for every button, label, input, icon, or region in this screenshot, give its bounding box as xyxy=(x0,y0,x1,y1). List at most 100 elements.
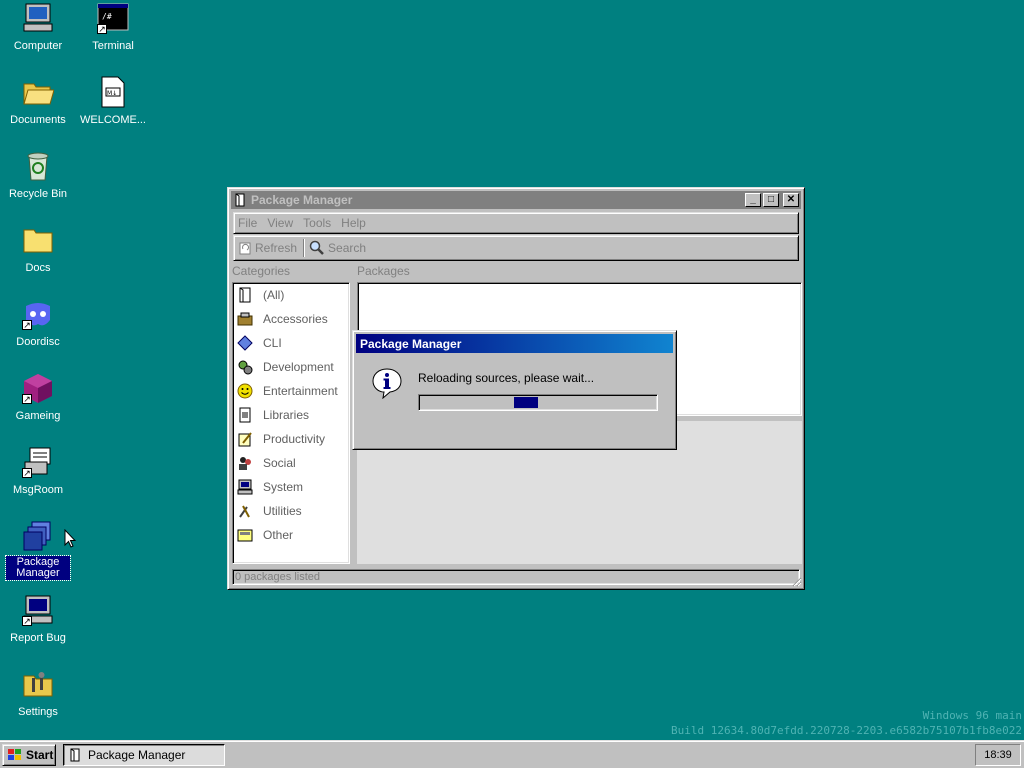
desktop-icon-doordisc[interactable]: ↗ Doordisc xyxy=(0,298,76,349)
taskbar-item-label: Package Manager xyxy=(88,748,186,762)
desktop-icon-label: Doordisc xyxy=(16,336,60,348)
maximize-button[interactable]: □ xyxy=(763,193,779,207)
menu-bar: File View Tools Help xyxy=(233,212,799,234)
desktop-icon-label: Report Bug xyxy=(10,632,66,644)
social-icon xyxy=(239,457,251,470)
window-titlebar[interactable]: Package Manager _ □ ✕ xyxy=(231,191,801,209)
build-watermark-line2: Build 12634.80d7efdd.220728-2203.e6582b7… xyxy=(671,724,1022,737)
terminal-icon: /# ↗ xyxy=(97,2,129,34)
category-label: CLI xyxy=(263,336,282,350)
menu-file[interactable]: File xyxy=(238,216,257,230)
categories-header: Categories xyxy=(232,264,291,278)
categories-list: (All) Accessories CLI Development Entert… xyxy=(232,282,350,564)
desktop-icon-terminal[interactable]: /# ↗ Terminal xyxy=(75,2,151,53)
report-bug-icon: ↗ xyxy=(22,594,54,626)
desktop-icon-welcome[interactable]: M↓ WELCOME... xyxy=(75,76,151,127)
svg-text:/#: /# xyxy=(102,12,112,21)
window-title: Package Manager xyxy=(251,193,353,207)
search-icon xyxy=(309,240,324,255)
folder-open-icon xyxy=(22,76,55,108)
desktop-icon-label: WELCOME... xyxy=(79,114,146,126)
desktop-icon-label: Package Manager xyxy=(5,555,71,581)
category-libraries[interactable]: Libraries xyxy=(233,403,349,427)
close-button[interactable]: ✕ xyxy=(783,193,799,207)
computer-icon xyxy=(22,2,54,34)
minimize-button[interactable]: _ xyxy=(745,193,761,207)
desktop-icon-docs[interactable]: Docs xyxy=(0,224,76,275)
start-button[interactable]: Start xyxy=(2,744,56,766)
productivity-icon xyxy=(238,432,252,447)
category-productivity[interactable]: Productivity xyxy=(233,427,349,451)
category-label: (All) xyxy=(263,288,285,302)
package-manager-task-icon xyxy=(70,748,80,762)
refresh-label: Refresh xyxy=(255,241,298,255)
refresh-icon xyxy=(239,242,251,255)
progress-bar xyxy=(418,394,658,411)
desktop-icon-report-bug[interactable]: ↗ Report Bug xyxy=(0,594,76,645)
desktop-icon-gameing[interactable]: ↗ Gameing xyxy=(0,372,76,423)
status-text: 0 packages listed xyxy=(235,571,320,583)
all-packages-icon xyxy=(239,287,251,303)
smiley-icon xyxy=(237,383,253,399)
build-watermark-line1: Windows 96 main xyxy=(922,709,1022,722)
dialog-titlebar[interactable]: Package Manager xyxy=(356,334,673,353)
category-entertainment[interactable]: Entertainment xyxy=(233,379,349,403)
accessories-icon xyxy=(237,312,253,326)
category-all[interactable]: (All) xyxy=(233,283,349,307)
desktop-icon-label: Gameing xyxy=(15,410,61,422)
desktop-icon-settings[interactable]: Settings xyxy=(0,668,76,719)
category-label: Accessories xyxy=(263,312,328,326)
category-utilities[interactable]: Utilities xyxy=(233,499,349,523)
resize-grip-icon[interactable] xyxy=(790,575,802,587)
dialog-title: Package Manager xyxy=(360,336,462,351)
category-label: Development xyxy=(263,360,334,374)
menu-view[interactable]: View xyxy=(267,216,293,230)
desktop-icon-documents[interactable]: Documents xyxy=(0,76,76,127)
category-cli[interactable]: CLI xyxy=(233,331,349,355)
category-label: Productivity xyxy=(263,432,326,446)
markdown-file-icon: M↓ xyxy=(97,76,129,108)
libraries-icon xyxy=(239,407,251,423)
other-icon xyxy=(237,529,253,542)
category-development[interactable]: Development xyxy=(233,355,349,379)
development-icon xyxy=(238,360,253,375)
desktop-icon-label: Terminal xyxy=(92,40,134,52)
toolbar: Refresh Search xyxy=(233,235,799,261)
progress-chunk xyxy=(514,397,538,408)
search-button[interactable]: Search xyxy=(309,240,366,256)
shortcut-arrow-icon: ↗ xyxy=(97,24,107,34)
loading-dialog: Package Manager Reloading sources, pleas… xyxy=(352,330,677,450)
svg-text:M↓: M↓ xyxy=(107,90,117,97)
folder-icon xyxy=(22,224,54,256)
settings-icon xyxy=(22,668,54,700)
dialog-message: Reloading sources, please wait... xyxy=(418,371,595,385)
mouse-cursor-icon xyxy=(64,529,76,548)
desktop-icon-msgroom[interactable]: ↗ MsgRoom xyxy=(0,446,76,497)
doordisc-icon: ↗ xyxy=(22,298,54,330)
system-tray-clock[interactable]: 18:39 xyxy=(975,744,1021,766)
desktop-icon-label: Documents xyxy=(10,114,66,126)
taskbar-item-package-manager[interactable]: Package Manager xyxy=(63,744,225,766)
shortcut-arrow-icon: ↗ xyxy=(22,394,32,404)
status-bar: 0 packages listed xyxy=(232,569,800,585)
desktop-icon-label: Settings xyxy=(18,706,58,718)
desktop-icon-label: MsgRoom xyxy=(12,484,64,496)
menu-tools[interactable]: Tools xyxy=(303,216,331,230)
category-label: Social xyxy=(263,456,296,470)
category-social[interactable]: Social xyxy=(233,451,349,475)
category-accessories[interactable]: Accessories xyxy=(233,307,349,331)
utilities-tools-icon xyxy=(239,505,250,518)
info-icon xyxy=(372,368,402,399)
category-system[interactable]: System xyxy=(233,475,349,499)
refresh-button[interactable]: Refresh xyxy=(238,241,297,255)
search-label: Search xyxy=(328,241,367,255)
cli-diamond-icon xyxy=(237,335,253,351)
recycle-bin-icon xyxy=(22,150,54,182)
desktop-icon-recycle-bin[interactable]: Recycle Bin xyxy=(0,150,76,201)
desktop-icon-computer[interactable]: Computer xyxy=(0,2,76,53)
menu-help[interactable]: Help xyxy=(341,216,366,230)
category-label: Other xyxy=(263,528,294,542)
category-other[interactable]: Other xyxy=(233,523,349,547)
msgroom-icon: ↗ xyxy=(22,446,54,478)
taskbar: Start Package Manager 18:39 xyxy=(0,740,1024,768)
